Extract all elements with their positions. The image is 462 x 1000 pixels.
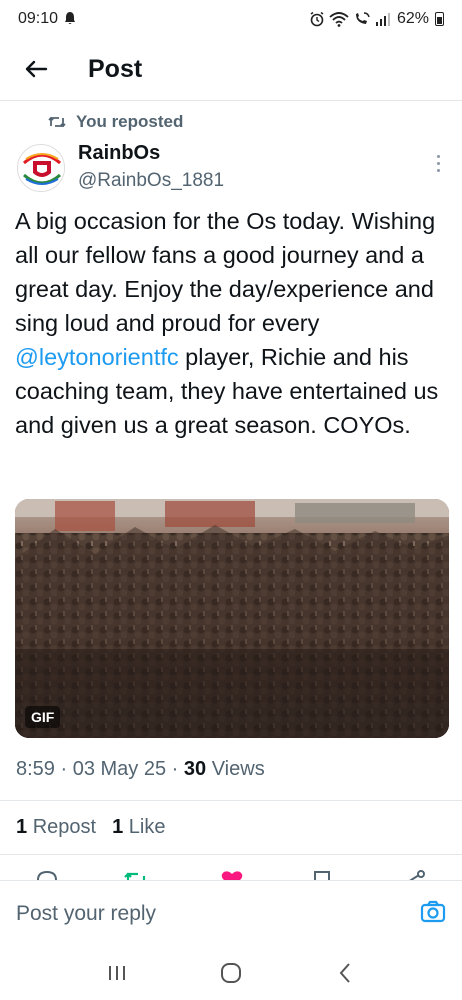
battery-icon bbox=[435, 12, 444, 26]
arrow-left-icon bbox=[25, 60, 48, 78]
home-icon bbox=[221, 963, 241, 983]
tweet-meta: 8:59 · 03 May 25 · 30 Views bbox=[16, 758, 265, 780]
share-icon[interactable] bbox=[404, 870, 426, 880]
author-handle[interactable]: @RainbOs_1881 bbox=[78, 170, 224, 192]
stats-divider bbox=[0, 854, 462, 855]
action-row bbox=[0, 866, 462, 880]
likes-label: Like bbox=[128, 816, 166, 838]
likes-stat[interactable]: 1 Like bbox=[112, 816, 165, 839]
avatar[interactable] bbox=[17, 144, 65, 192]
reposts-label: Repost bbox=[32, 816, 97, 838]
notification-icon bbox=[64, 11, 76, 28]
battery-percent: 62% bbox=[396, 10, 429, 27]
meta-divider bbox=[0, 800, 462, 801]
repost-action-icon[interactable] bbox=[124, 870, 148, 880]
reply-icon[interactable] bbox=[36, 870, 58, 880]
reposts-stat[interactable]: 1 Repost bbox=[16, 816, 96, 839]
system-nav-bar bbox=[0, 946, 462, 1000]
more-options-icon[interactable] bbox=[426, 150, 450, 176]
chevron-left-icon bbox=[339, 963, 350, 983]
reposts-count: 1 bbox=[16, 816, 28, 838]
tweet-text-part: A big occasion for the Os today. Wishing… bbox=[15, 208, 436, 336]
nav-back-button[interactable] bbox=[325, 953, 365, 993]
system-icons bbox=[309, 11, 391, 27]
views-label: Views bbox=[211, 758, 265, 780]
camera-icon[interactable] bbox=[420, 900, 446, 924]
engagement-stats: 1 Repost 1 Like bbox=[16, 816, 165, 839]
top-app-bar: Post bbox=[0, 40, 462, 98]
status-time: 09:10 bbox=[18, 10, 59, 27]
like-icon[interactable] bbox=[220, 870, 244, 880]
reply-bar: Post your reply bbox=[0, 880, 462, 946]
recent-apps-icon bbox=[109, 966, 125, 980]
back-button[interactable] bbox=[6, 40, 66, 98]
status-bar: 09:10 62% bbox=[0, 0, 462, 38]
views-count: 30 bbox=[183, 758, 207, 780]
crowd-image bbox=[15, 499, 449, 738]
gif-media[interactable]: GIF bbox=[15, 499, 449, 738]
club-crest-icon bbox=[19, 146, 64, 191]
tweet-text: A big occasion for the Os today. Wishing… bbox=[15, 204, 451, 442]
recent-apps-button[interactable] bbox=[97, 953, 137, 993]
repost-icon bbox=[48, 116, 66, 128]
home-button[interactable] bbox=[211, 953, 251, 993]
gif-badge: GIF bbox=[25, 706, 61, 728]
tweet-time: 8:59 bbox=[16, 758, 55, 780]
page-title: Post bbox=[88, 54, 143, 83]
repost-label: You reposted bbox=[76, 112, 184, 131]
bookmark-icon[interactable] bbox=[312, 870, 332, 880]
tweet-date: 03 May 25 bbox=[72, 758, 167, 780]
status-right: 62% bbox=[309, 10, 444, 28]
likes-count: 1 bbox=[112, 816, 124, 838]
mention-link[interactable]: @leytonorientfc bbox=[15, 344, 179, 370]
alarm-icon bbox=[310, 11, 324, 27]
wifi-icon bbox=[329, 12, 349, 27]
call-wifi-icon bbox=[355, 12, 370, 24]
signal-icon bbox=[375, 13, 390, 26]
header-divider bbox=[0, 100, 462, 101]
reply-input[interactable]: Post your reply bbox=[16, 902, 156, 926]
repost-context: You reposted bbox=[48, 112, 183, 132]
author-name[interactable]: RainbOs bbox=[78, 142, 160, 165]
